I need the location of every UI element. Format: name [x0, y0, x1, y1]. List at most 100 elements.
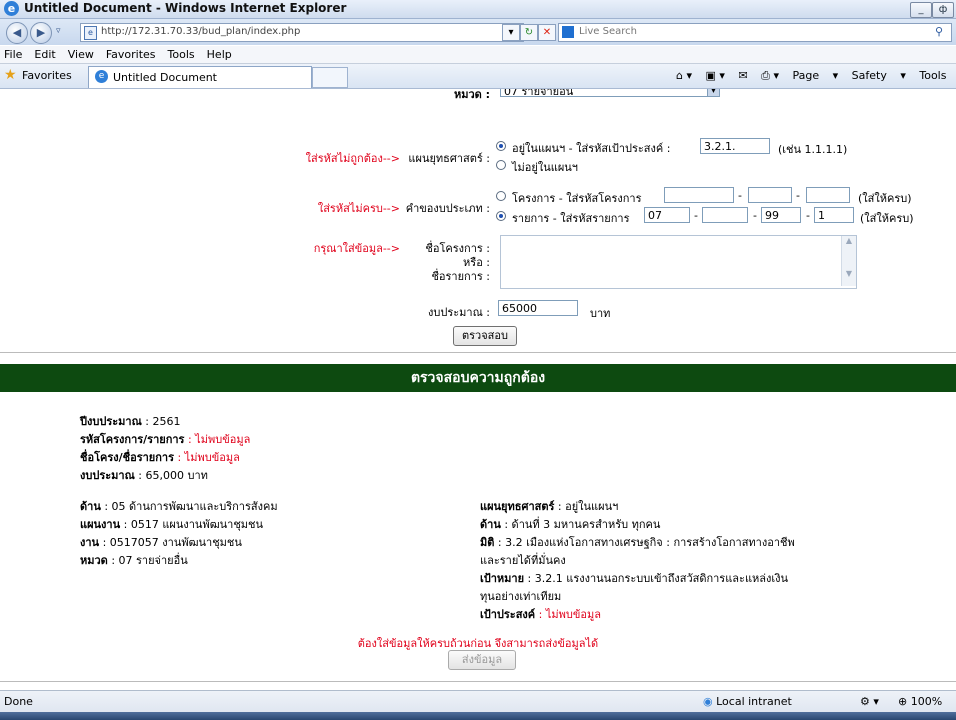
project-code-1[interactable]: [664, 187, 734, 203]
project-hint: (ใส่ให้ครบ): [858, 192, 912, 205]
side2-label: ด้าน: [480, 518, 501, 531]
refresh-icon[interactable]: ↻: [520, 24, 538, 41]
dash: -: [796, 189, 800, 202]
tab-active[interactable]: e Untitled Document: [88, 66, 312, 88]
dash: -: [694, 209, 698, 222]
favorites-star-icon[interactable]: ★: [4, 68, 18, 82]
print-icon[interactable]: ⎙ ▾: [761, 69, 779, 82]
menu-view[interactable]: View: [68, 46, 94, 63]
menu-help[interactable]: Help: [207, 46, 232, 63]
search-icon[interactable]: ⚲: [935, 25, 943, 38]
new-tab-button[interactable]: [312, 67, 348, 88]
type-project-label: โครงการ - ใส่รหัสโครงการ: [512, 192, 642, 205]
security-icon[interactable]: ⚙ ▾: [860, 695, 879, 708]
item-code-4[interactable]: 1: [814, 207, 854, 223]
name-warning: กรุณาใส่ข้อมูล-->: [313, 242, 400, 255]
strategy-code-input[interactable]: 3.2.1.: [700, 138, 770, 154]
strategy-in-plan-radio[interactable]: [496, 141, 506, 151]
check-button[interactable]: ตรวจสอบ: [453, 326, 517, 346]
item-name-label: ชื่อรายการ :: [431, 270, 490, 283]
dim-label: มิติ: [480, 536, 495, 549]
divider: [0, 681, 956, 682]
page-content: หมวด : 07 รายจ่ายอื่น ▼ ใส่รหัสไม่ถูกต้อ…: [0, 89, 956, 690]
budget-input[interactable]: 65000: [498, 300, 578, 316]
plan-label: แผนงาน: [80, 518, 121, 531]
feeds-icon[interactable]: ▣ ▾: [706, 69, 725, 82]
name-textarea[interactable]: ▲ ▼: [500, 235, 857, 289]
ie-logo-icon: e: [4, 1, 19, 16]
name-label: ชื่อโครง/ชื่อรายการ: [80, 451, 174, 464]
restore-button[interactable]: ф: [932, 2, 954, 18]
verify-header-bar: ตรวจสอบความถูกต้อง: [0, 364, 956, 392]
minimize-button[interactable]: _: [910, 2, 932, 18]
address-url[interactable]: http://172.31.70.33/bud_plan/index.php: [101, 26, 300, 37]
zone-indicator: ◉ Local intranet: [703, 695, 792, 708]
project-code-2[interactable]: [748, 187, 792, 203]
divider: [0, 352, 956, 353]
stop-icon[interactable]: ✕: [538, 24, 556, 41]
work-value: : 0517057 งานพัฒนาชุมชน: [102, 536, 242, 549]
tools-menu[interactable]: Tools ▾: [919, 69, 956, 82]
item-hint: (ใส่ให้ครบ): [860, 212, 914, 225]
window-title-bar: e Untitled Document - Windows Internet E…: [0, 0, 956, 19]
textarea-scrollbar[interactable]: ▲ ▼: [841, 236, 856, 286]
category-dropdown-icon[interactable]: ▼: [707, 89, 720, 97]
zoom-value: 100%: [910, 695, 943, 708]
type-project-radio[interactable]: [496, 191, 506, 201]
strategy-label: แผนยุทธศาสตร์ :: [408, 152, 490, 165]
menu-tools[interactable]: Tools: [168, 46, 195, 63]
type-item-radio[interactable]: [496, 211, 506, 221]
mail-icon[interactable]: ✉: [738, 69, 747, 82]
cat-value: : 07 รายจ่ายอื่น: [111, 554, 188, 567]
menu-bar: File Edit View Favorites Tools Help: [0, 46, 956, 64]
address-bar[interactable]: e http://172.31.70.33/bud_plan/index.php: [80, 23, 524, 42]
budget-summary-label: งบประมาณ: [80, 469, 135, 482]
item-code-3[interactable]: 99: [761, 207, 801, 223]
budget-label: งบประมาณ :: [428, 306, 490, 319]
zoom-control[interactable]: ⊕ 100%: [898, 695, 942, 708]
page-menu[interactable]: Page ▾: [792, 69, 838, 82]
favorites-label[interactable]: Favorites: [22, 69, 72, 82]
page-icon: e: [84, 26, 97, 40]
search-input[interactable]: Live Search ⚲: [558, 23, 952, 42]
status-bar: Done ◉ Local intranet ⚙ ▾ ⊕ 100%: [0, 690, 956, 713]
tab-title: Untitled Document: [113, 71, 217, 84]
home-icon[interactable]: ⌂ ▾: [676, 69, 692, 82]
strategy-not-in-plan-label: ไม่อยู่ในแผนฯ: [512, 161, 578, 174]
item-code-1[interactable]: 07: [644, 207, 690, 223]
target-label: เป้าหมาย: [480, 572, 525, 585]
year-value: : 2561: [145, 415, 181, 428]
work-label: งาน: [80, 536, 100, 549]
menu-favorites[interactable]: Favorites: [106, 46, 156, 63]
history-dropdown-icon[interactable]: ▿: [56, 26, 61, 36]
project-code-3[interactable]: [806, 187, 850, 203]
cat-label: หมวด: [80, 554, 108, 567]
category-select[interactable]: 07 รายจ่ายอื่น: [500, 89, 720, 98]
safety-menu-label: Safety: [851, 69, 887, 82]
command-bar: ⌂ ▾ ▣ ▾ ✉ ⎙ ▾ Page ▾ Safety ▾ Tools ▾ ?: [676, 69, 956, 83]
item-code-2[interactable]: [702, 207, 748, 223]
back-icon[interactable]: ◀: [6, 22, 28, 44]
side-value: : 05 ด้านการพัฒนาและบริการสังคม: [104, 500, 278, 513]
dim-value-cont: และรายได้ที่มั่นคง: [480, 554, 566, 567]
type-label: คำของบประเภท :: [405, 202, 490, 215]
menu-edit[interactable]: Edit: [34, 46, 55, 63]
safety-menu[interactable]: Safety ▾: [852, 69, 906, 82]
verify-summary: ปีงบประมาณ : 2561 รหัสโครงการ/รายการ : ไ…: [80, 412, 250, 484]
forward-icon[interactable]: ▶: [30, 22, 52, 44]
category-label: หมวด :: [453, 89, 490, 101]
type-warning: ใส่รหัสไม่ครบ-->: [317, 202, 400, 215]
strategy-warning: ใส่รหัสไม่ถูกต้อง-->: [305, 152, 400, 165]
name-value: : ไม่พบข้อมูล: [177, 451, 240, 464]
target-value-cont: ทุนอย่างเท่าเทียม: [480, 590, 562, 603]
address-dropdown-icon[interactable]: ▾: [502, 24, 520, 41]
strategy-not-in-plan-radio[interactable]: [496, 160, 506, 170]
target-value: : 3.2.1 แรงงานนอกระบบเข้าถึงสวัสดิการและ…: [527, 572, 789, 585]
globe-icon: ◉: [703, 695, 713, 708]
taskbar: [0, 712, 956, 720]
strat-label: แผนยุทธศาสตร์: [480, 500, 555, 513]
menu-file[interactable]: File: [4, 46, 22, 63]
verify-left-details: ด้าน : 05 ด้านการพัฒนาและบริการสังคม แผน…: [80, 497, 278, 569]
window-title: Untitled Document - Windows Internet Exp…: [24, 1, 347, 15]
submit-button[interactable]: ส่งข้อมูล: [448, 650, 516, 670]
